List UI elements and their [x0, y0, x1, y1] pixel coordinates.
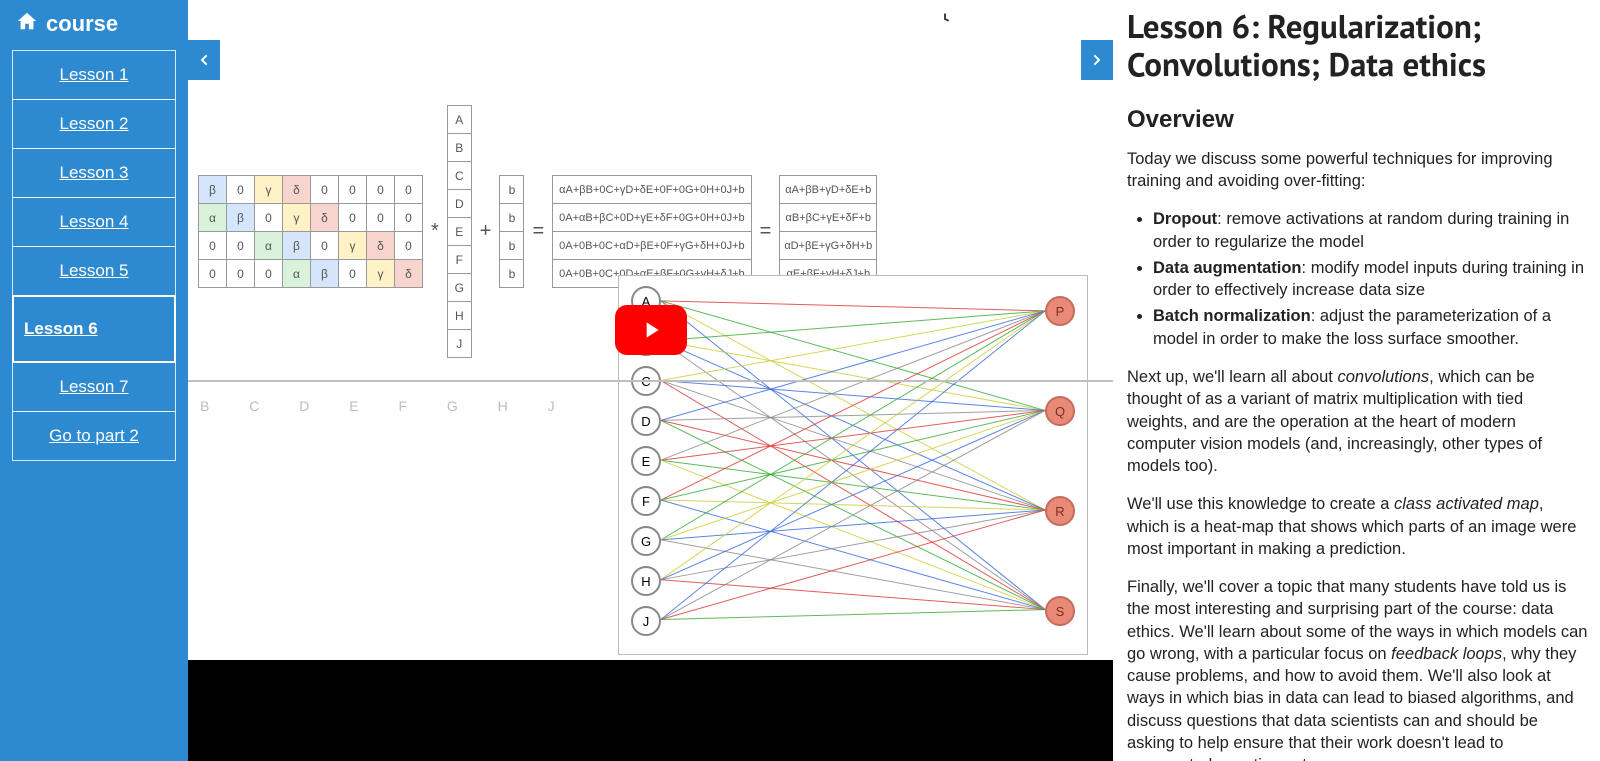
graph-edges — [619, 276, 1087, 654]
technique-item: Batch normalization: adjust the paramete… — [1153, 305, 1588, 350]
sidebar: course Lesson 1Lesson 2Lesson 3Lesson 4L… — [0, 0, 188, 761]
convolutions-paragraph: Next up, we'll learn all about convoluti… — [1127, 366, 1588, 477]
sidebar-item-lesson[interactable]: Lesson 4 — [13, 198, 175, 246]
output-node: R — [1045, 496, 1075, 526]
video-frame[interactable]: β0γδ0000 αβ0γδ000 00αβ0γδ0 000αβ0γδ * AB… — [188, 0, 1113, 660]
expanded-result: αA+βB+0C+γD+δE+0F+0G+0H+0J+b0A+αB+βC+0D+… — [552, 175, 751, 288]
output-node: S — [1045, 596, 1075, 626]
sidebar-item-lesson[interactable]: Lesson 1 — [13, 51, 175, 99]
input-node: G — [631, 526, 661, 556]
share-icon — [1023, 8, 1063, 34]
input-node: C — [631, 366, 661, 396]
sidebar-item-lesson[interactable]: Lesson 5 — [13, 247, 175, 295]
watch-later-label: Watch later — [908, 38, 983, 55]
sidebar-item-lesson[interactable]: Lesson 3 — [13, 149, 175, 197]
sidebar-item-lesson[interactable]: Lesson 7 — [13, 363, 175, 411]
input-node: E — [631, 446, 661, 476]
op-equals-1: = — [532, 220, 544, 243]
bias-vector: bbbb — [499, 175, 524, 288]
op-plus: + — [480, 220, 492, 243]
input-node: D — [631, 406, 661, 436]
input-node: F — [631, 486, 661, 516]
share-label: Share — [1023, 38, 1063, 55]
slide-content: β0γδ0000 αβ0γδ000 00αβ0γδ0 000αβ0γδ * AB… — [198, 105, 1091, 414]
output-node: P — [1045, 296, 1075, 326]
next-lesson-button[interactable] — [1081, 40, 1113, 80]
sidebar-item-lesson[interactable]: Lesson 2 — [13, 100, 175, 148]
intro-paragraph: Today we discuss some powerful technique… — [1127, 148, 1588, 193]
sidebar-item-lesson[interactable]: Lesson 6 — [14, 297, 174, 361]
output-node: Q — [1045, 396, 1075, 426]
lesson-article: Lesson 6: Regularization; Convolutions; … — [1113, 0, 1600, 761]
play-button[interactable] — [615, 305, 687, 355]
op-multiply: * — [431, 220, 439, 243]
sidebar-title: course — [46, 11, 118, 37]
technique-list: Dropout: remove activations at random du… — [1153, 208, 1588, 350]
nav-list: Lesson 1Lesson 2Lesson 3Lesson 4Lesson 5… — [12, 50, 176, 461]
bipartite-graph: ABCDEFGHJPQRS — [618, 275, 1088, 655]
input-vector: ABCDEFGHJ — [447, 105, 472, 358]
video-panel: β0γδ0000 αβ0γδ000 00αβ0γδ0 000αβ0γδ * AB… — [188, 0, 1113, 761]
overview-heading: Overview — [1127, 106, 1588, 134]
page-title: Lesson 6: Regularization; Convolutions; … — [1127, 8, 1588, 84]
sidebar-header[interactable]: course — [16, 10, 176, 38]
weight-matrix: β0γδ0000 αβ0γδ000 00αβ0γδ0 000αβ0γδ — [198, 175, 423, 288]
simplified-result: αA+βB+γD+δE+bαB+βC+γE+δF+bαD+βE+γG+δH+bα… — [779, 175, 877, 288]
technique-item: Data augmentation: modify model inputs d… — [1153, 257, 1588, 302]
ethics-paragraph: Finally, we'll cover a topic that many s… — [1127, 576, 1588, 761]
share-button[interactable]: Share — [1023, 8, 1063, 55]
clock-icon — [908, 8, 983, 34]
op-equals-2: = — [760, 220, 772, 243]
prev-lesson-button[interactable] — [188, 40, 220, 80]
input-node: H — [631, 566, 661, 596]
technique-item: Dropout: remove activations at random du… — [1153, 208, 1588, 253]
home-icon — [16, 10, 38, 38]
input-node: J — [631, 606, 661, 636]
watch-later-button[interactable]: Watch later — [908, 8, 983, 55]
sidebar-item-lesson[interactable]: Go to part 2 — [13, 412, 175, 460]
cam-paragraph: We'll use this knowledge to create a cla… — [1127, 493, 1588, 560]
